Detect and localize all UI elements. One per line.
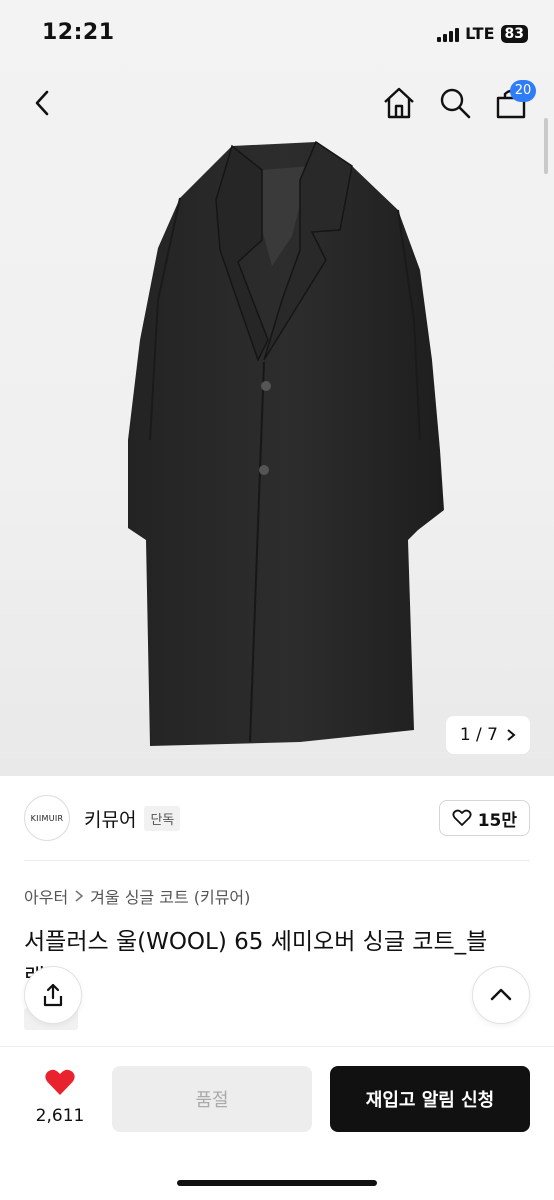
brand-name[interactable]: 키뮤어	[84, 805, 136, 832]
bottom-bar-divider	[0, 1046, 554, 1047]
status-time: 12:21	[42, 20, 115, 45]
heart-filled-icon	[45, 1069, 75, 1095]
brand-like-count: 15만	[477, 810, 517, 831]
cart-button[interactable]: 20	[494, 80, 536, 120]
restock-alert-button[interactable]: 재입고 알림 신청	[330, 1066, 530, 1132]
chevron-right-icon	[507, 729, 516, 741]
breadcrumb-item[interactable]: 겨울 싱글 코트 (키뮤어)	[90, 884, 250, 908]
search-button[interactable]	[438, 86, 472, 120]
home-indicator[interactable]	[177, 1180, 377, 1186]
home-icon	[384, 87, 414, 119]
brand-row: KIIMUIR 키뮤어 단독 15만	[24, 794, 530, 842]
header-actions: 20	[382, 80, 536, 120]
breadcrumb-item[interactable]: 아우터	[24, 884, 68, 908]
brand-logo[interactable]: KIIMUIR	[24, 795, 70, 841]
gallery-page-indicator[interactable]: 1 / 7	[445, 716, 530, 754]
exclusive-tag: 단독	[144, 805, 181, 831]
signal-icon	[437, 26, 460, 42]
chevron-left-icon	[35, 90, 49, 116]
divider	[24, 860, 530, 861]
scrollbar[interactable]	[544, 118, 548, 174]
cart-count-badge: 20	[510, 80, 536, 102]
heart-outline-icon	[452, 809, 472, 826]
network-label: LTE	[465, 24, 495, 43]
share-button[interactable]	[24, 966, 82, 1024]
gallery-page-text: 1 / 7	[459, 725, 498, 745]
search-icon	[440, 88, 471, 119]
chevron-right-icon	[75, 890, 84, 902]
scroll-top-button[interactable]	[472, 966, 530, 1024]
status-bar: 12:21 LTE 83	[0, 0, 554, 70]
home-button[interactable]	[382, 86, 416, 120]
battery-icon: 83	[500, 24, 528, 43]
soldout-button: 품절	[112, 1066, 312, 1132]
back-button[interactable]	[28, 88, 58, 118]
product-title: 서플러스 울(WOOL) 65 세미오버 싱글 코트_블	[24, 929, 488, 955]
share-icon	[43, 983, 63, 1007]
product-image-area[interactable]: 12:21 LTE 83 20 1 / 7	[0, 0, 554, 776]
brand-like-button[interactable]: 15만	[438, 800, 530, 836]
status-indicators: LTE 83	[437, 24, 528, 43]
chevron-up-icon	[490, 988, 512, 1001]
wishlist-button[interactable]: 2,611	[30, 1068, 90, 1126]
breadcrumb: 아우터 겨울 싱글 코트 (키뮤어)	[24, 884, 250, 908]
wishlist-count: 2,611	[35, 1106, 85, 1126]
